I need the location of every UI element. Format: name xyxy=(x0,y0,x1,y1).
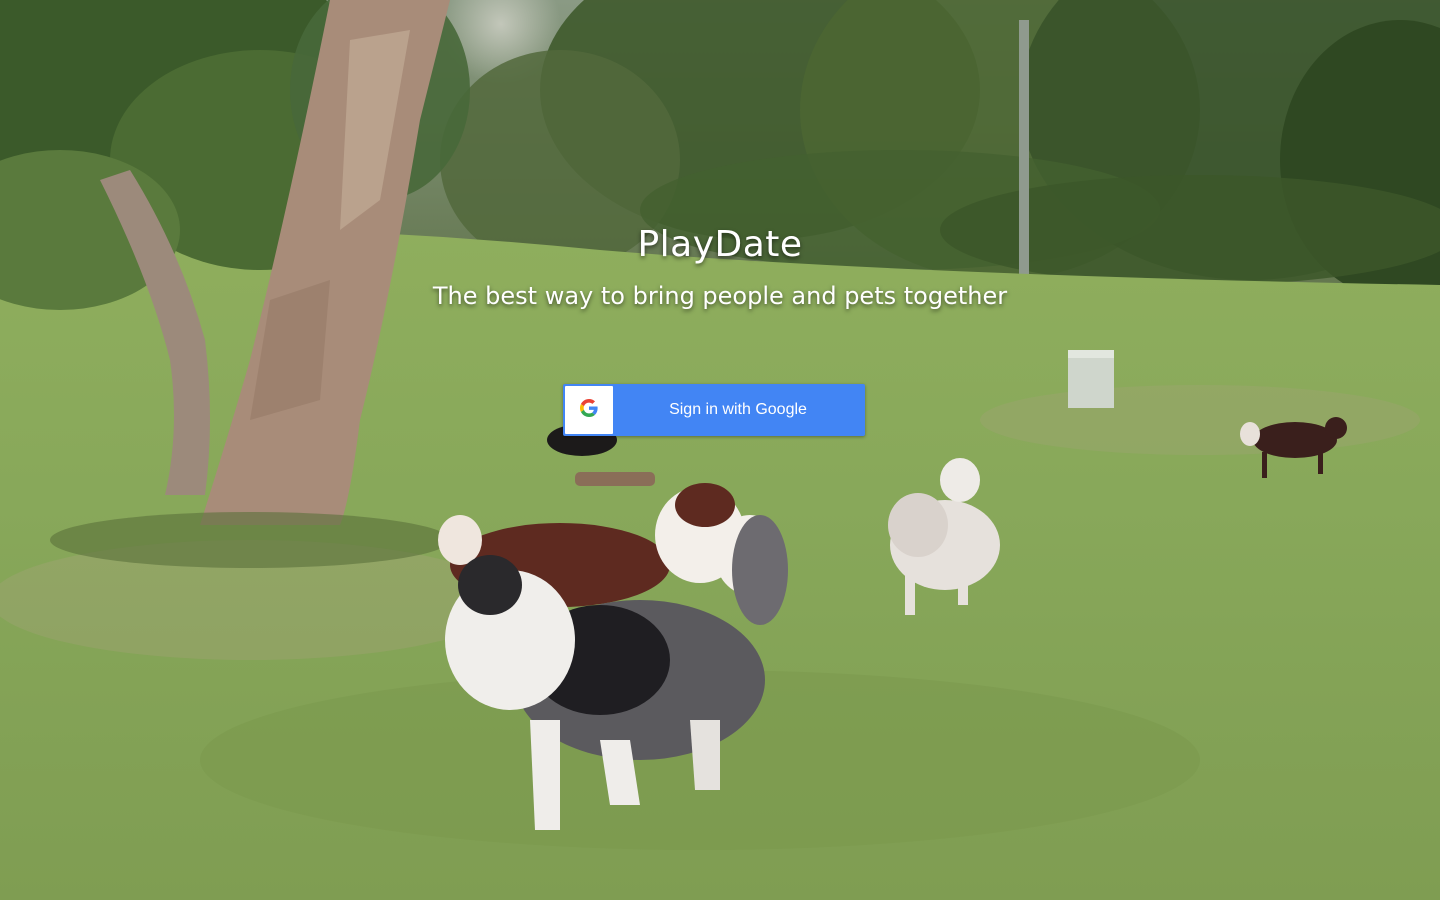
app-title: PlayDate xyxy=(637,224,803,265)
google-signin-label: Sign in with Google xyxy=(669,401,807,418)
app-tagline: The best way to bring people and pets to… xyxy=(432,282,1008,310)
hero-section: PlayDate The best way to bring people an… xyxy=(0,0,1440,900)
google-signin-button[interactable]: Sign in with Google xyxy=(563,384,865,436)
hero-content: PlayDate The best way to bring people an… xyxy=(0,0,1440,900)
google-icon-container xyxy=(565,386,613,434)
google-g-icon xyxy=(580,399,598,421)
